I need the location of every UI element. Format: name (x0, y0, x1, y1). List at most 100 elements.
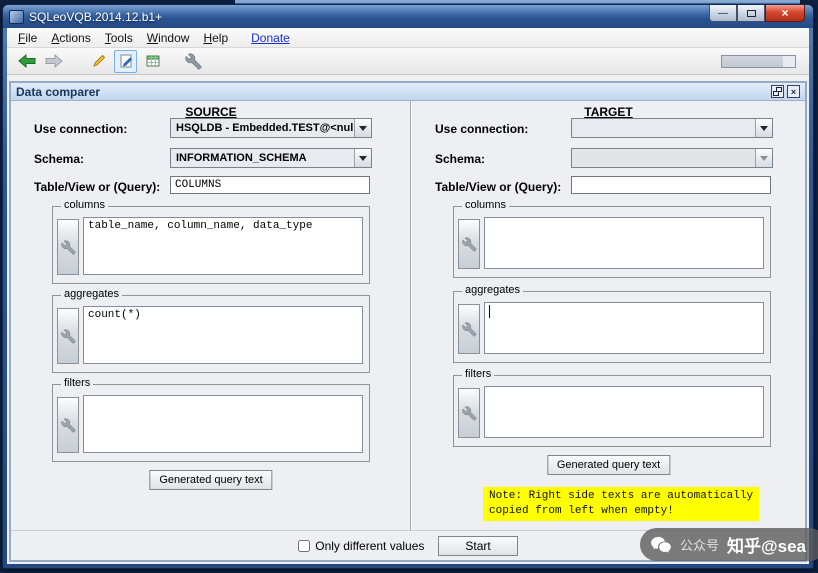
target-columns-group: columns (453, 199, 771, 278)
frame-title: Data comparer (16, 84, 101, 99)
frame-close-button[interactable]: × (787, 85, 800, 98)
menu-item-file[interactable]: File (11, 29, 44, 47)
target-aggregates-textarea[interactable] (484, 302, 764, 354)
close-icon: × (781, 6, 789, 20)
chevron-down-icon (760, 125, 768, 131)
target-aggregates-wrench-button[interactable] (458, 304, 480, 354)
edit-document-icon (120, 54, 132, 68)
wrench-icon (60, 239, 76, 255)
target-columns-wrench-button[interactable] (458, 219, 480, 269)
target-heading: TARGET (584, 105, 633, 119)
table-grid-icon (146, 55, 159, 67)
source-columns-textarea[interactable]: table_name, column_name, data_type (83, 217, 363, 275)
watermark-prefix: 公众号 (680, 538, 720, 553)
back-button[interactable] (15, 50, 38, 73)
client-area: File Actions Tools Window Help Donate Da… (7, 28, 809, 564)
panel-divider (410, 101, 412, 530)
source-table-label: Table/View or (Query): (34, 180, 161, 194)
wrench-icon (461, 321, 477, 337)
window-title: SQLeoVQB.2014.12.b1+ (29, 9, 163, 24)
source-columns-wrench-button[interactable] (57, 219, 79, 275)
source-aggregates-wrench-button[interactable] (57, 308, 79, 364)
source-generated-query-button[interactable]: Generated query text (149, 470, 273, 490)
target-table-input[interactable] (571, 176, 771, 194)
source-schema-combo[interactable]: INFORMATION_SCHEMA (170, 148, 372, 168)
toolbar (7, 48, 809, 75)
only-different-values-option[interactable]: Only different values (298, 539, 424, 553)
back-arrow-icon (17, 54, 35, 68)
watermark-handle: 知乎@sea (727, 537, 806, 556)
source-aggregates-group: aggregates count(*) (52, 288, 370, 373)
target-table-label: Table/View or (Query): (435, 180, 562, 194)
target-filters-group: filters (453, 368, 771, 447)
target-panel: TARGET Use connection: Schema: Table/Vie… (413, 101, 804, 530)
note-line-2: copied from left when empty! (489, 505, 674, 517)
wechat-icon (651, 536, 671, 553)
source-filters-group: filters (52, 377, 370, 462)
target-aggregates-group: aggregates (453, 284, 771, 363)
source-table-input[interactable] (170, 176, 370, 194)
table-button[interactable] (141, 50, 164, 73)
target-columns-textarea[interactable] (484, 217, 764, 269)
menu-bar: File Actions Tools Window Help Donate (7, 28, 809, 48)
only-different-values-checkbox[interactable] (298, 539, 311, 552)
donate-link[interactable]: Donate (245, 29, 296, 47)
source-panel: SOURCE Use connection: HSQLDB - Embedded… (12, 101, 410, 530)
source-connection-combo[interactable]: HSQLDB - Embedded.TEST@<null> (170, 118, 372, 138)
minimize-icon: — (718, 7, 728, 19)
target-filters-wrench-button[interactable] (458, 388, 480, 438)
source-filters-textarea[interactable] (83, 395, 363, 453)
minimize-button[interactable]: — (709, 5, 737, 22)
start-button[interactable]: Start (438, 535, 518, 556)
source-schema-arrow (354, 149, 371, 167)
source-connection-arrow (354, 119, 371, 137)
frame-close-icon: × (790, 86, 797, 97)
target-connection-arrow (755, 119, 772, 137)
target-schema-label: Schema: (435, 152, 486, 166)
frame-restore-button[interactable] (771, 85, 784, 98)
edit-pencil-button[interactable] (87, 50, 110, 73)
data-comparer-frame: Data comparer × SOURCE Use connection: H… (9, 81, 807, 562)
progress-bar (721, 55, 796, 68)
target-generated-query-button[interactable]: Generated query text (546, 455, 671, 475)
source-use-connection-label: Use connection: (34, 122, 128, 136)
source-connection-value: HSQLDB - Embedded.TEST@<null> (176, 122, 354, 134)
source-columns-legend: columns (61, 199, 108, 211)
watermark: 公众号 知乎@sea (640, 528, 818, 561)
frame-title-bar[interactable]: Data comparer × (11, 83, 805, 101)
target-use-connection-label: Use connection: (435, 122, 529, 136)
source-schema-label: Schema: (34, 152, 85, 166)
pencil-yellow-icon (92, 54, 105, 67)
source-aggregates-textarea[interactable]: count(*) (83, 306, 363, 364)
target-filters-textarea[interactable] (484, 386, 764, 438)
data-comparer-button[interactable] (182, 50, 205, 73)
wrench-icon (60, 328, 76, 344)
window-controls: — × (709, 5, 805, 22)
chevron-down-icon (359, 155, 367, 161)
text-caret (489, 305, 490, 318)
only-different-values-label: Only different values (315, 538, 425, 553)
target-columns-legend: columns (462, 199, 509, 211)
target-filters-legend: filters (462, 368, 495, 380)
target-schema-combo[interactable] (571, 148, 773, 168)
menu-item-tools[interactable]: Tools (98, 29, 140, 47)
wrench-icon (185, 52, 202, 70)
target-connection-combo[interactable] (571, 118, 773, 138)
note-label: Note: Right side texts are automatically… (483, 487, 760, 521)
title-bar[interactable]: SQLeoVQB.2014.12.b1+ — × (3, 5, 813, 28)
edit-document-button[interactable] (114, 49, 137, 73)
wrench-icon (461, 236, 477, 252)
source-columns-group: columns table_name, column_name, data_ty… (52, 199, 370, 284)
close-button[interactable]: × (765, 5, 805, 22)
target-schema-arrow (755, 149, 772, 167)
maximize-button[interactable] (737, 5, 765, 22)
app-icon (9, 9, 24, 24)
menu-item-actions[interactable]: Actions (44, 29, 97, 47)
forward-button[interactable] (42, 50, 65, 73)
source-aggregates-legend: aggregates (61, 288, 123, 300)
source-schema-value: INFORMATION_SCHEMA (176, 152, 307, 164)
menu-item-help[interactable]: Help (196, 29, 235, 47)
wrench-icon (60, 417, 76, 433)
source-filters-wrench-button[interactable] (57, 397, 79, 453)
menu-item-window[interactable]: Window (140, 29, 197, 47)
